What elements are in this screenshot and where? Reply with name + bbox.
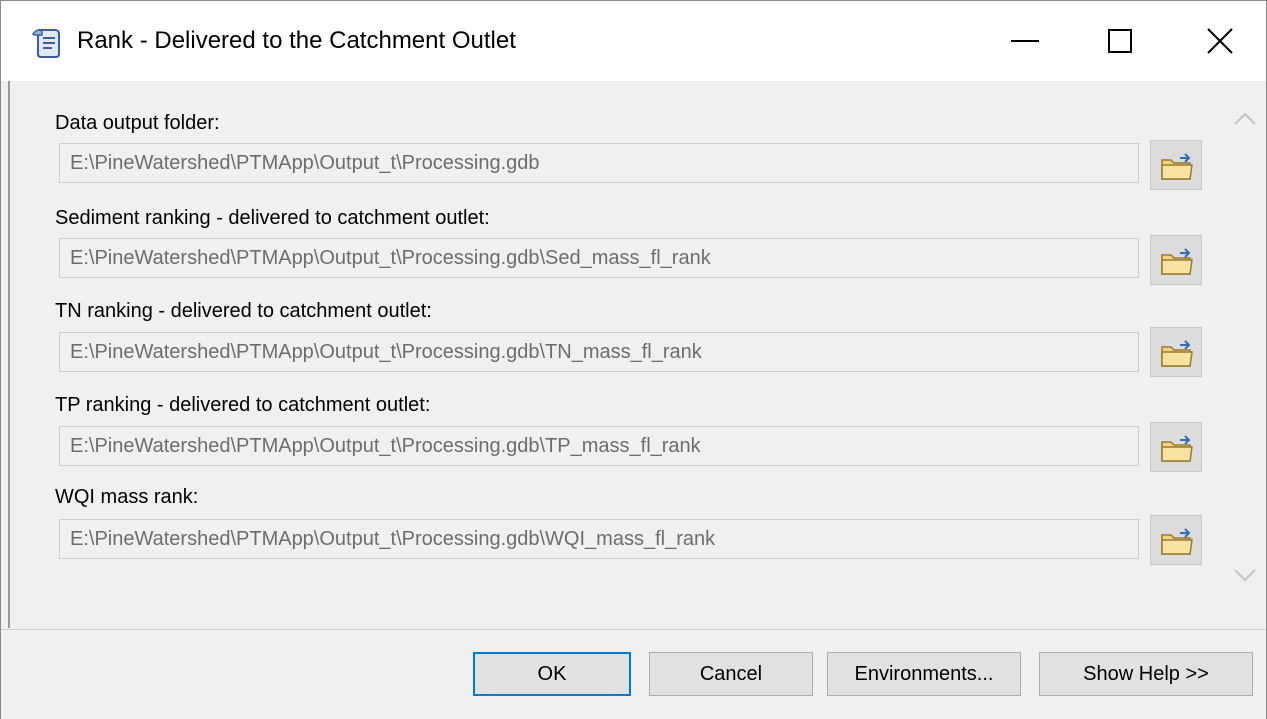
sediment-ranking-field[interactable]: E:\PineWatershed\PTMApp\Output_t\Process… xyxy=(59,238,1139,278)
browse-button-wqi-mass-rank[interactable] xyxy=(1150,515,1202,565)
vertical-scrollbar[interactable] xyxy=(1230,81,1261,628)
tn-ranking-field[interactable]: E:\PineWatershed\PTMApp\Output_t\Process… xyxy=(59,332,1139,372)
browse-button-data-output-folder[interactable] xyxy=(1150,140,1202,190)
param-label-tp-ranking: TP ranking - delivered to catchment outl… xyxy=(55,394,431,416)
window-title: Rank - Delivered to the Catchment Outlet xyxy=(77,27,516,54)
ok-button[interactable]: OK xyxy=(473,652,631,696)
minimize-icon xyxy=(1011,40,1039,42)
tp-ranking-field[interactable]: E:\PineWatershed\PTMApp\Output_t\Process… xyxy=(59,426,1139,466)
close-icon xyxy=(1207,28,1233,54)
maximize-button[interactable] xyxy=(1095,17,1151,65)
browse-button-sediment-ranking[interactable] xyxy=(1150,235,1202,285)
param-label-wqi-mass-rank: WQI mass rank: xyxy=(55,486,199,508)
tool-dialog: Rank - Delivered to the Catchment Outlet xyxy=(0,0,1267,719)
folder-browse-icon xyxy=(1161,153,1193,180)
show-help-button[interactable]: Show Help >> xyxy=(1039,652,1253,696)
folder-browse-icon xyxy=(1161,248,1193,275)
param-label-tn-ranking: TN ranking - delivered to catchment outl… xyxy=(55,300,432,322)
param-label-sediment-ranking: Sediment ranking - delivered to catchmen… xyxy=(55,207,490,229)
maximize-icon xyxy=(1108,29,1132,53)
scroll-up-icon[interactable] xyxy=(1230,107,1261,131)
cancel-button[interactable]: Cancel xyxy=(649,652,813,696)
script-tool-icon xyxy=(31,26,65,60)
close-button[interactable] xyxy=(1195,17,1251,65)
browse-button-tn-ranking[interactable] xyxy=(1150,327,1202,377)
minimize-button[interactable] xyxy=(999,17,1055,65)
scroll-down-icon[interactable] xyxy=(1230,563,1261,587)
wqi-mass-rank-field[interactable]: E:\PineWatershed\PTMApp\Output_t\Process… xyxy=(59,519,1139,559)
browse-button-tp-ranking[interactable] xyxy=(1150,422,1202,472)
folder-browse-icon xyxy=(1161,435,1193,462)
param-label-data-output-folder: Data output folder: xyxy=(55,112,220,134)
parameters-panel: Data output folder: E:\PineWatershed\PTM… xyxy=(8,81,1261,628)
folder-browse-icon xyxy=(1161,528,1193,555)
title-bar[interactable]: Rank - Delivered to the Catchment Outlet xyxy=(1,1,1266,81)
folder-browse-icon xyxy=(1161,340,1193,367)
data-output-folder-field[interactable]: E:\PineWatershed\PTMApp\Output_t\Process… xyxy=(59,143,1139,183)
environments-button[interactable]: Environments... xyxy=(827,652,1021,696)
dialog-footer: OK Cancel Environments... Show Help >> xyxy=(1,629,1266,719)
